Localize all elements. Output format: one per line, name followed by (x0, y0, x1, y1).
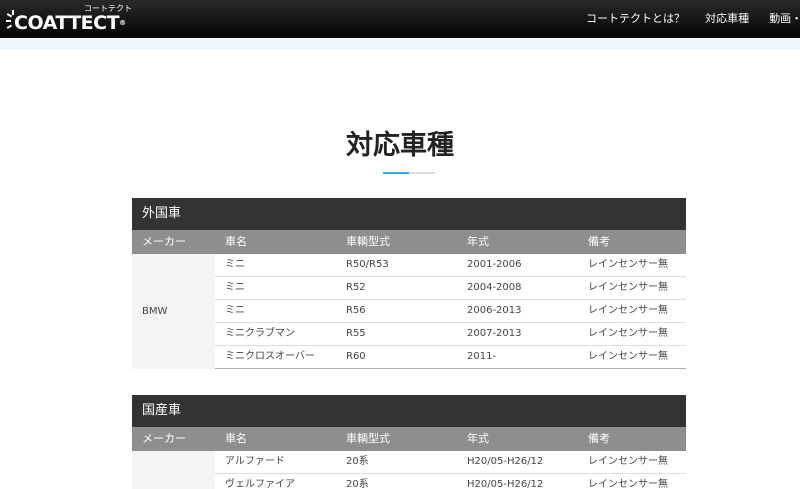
cell-year: H20/05-H26/12 (467, 456, 544, 467)
table-row: ヴェルファイア 20系 H20/05-H26/12 レインセンサー無 (215, 474, 686, 489)
nav-about[interactable]: コートテクトとは？ (586, 0, 685, 38)
column-model-code: 車輌型式 (346, 432, 390, 445)
cell-notes: レインセンサー無 (588, 456, 668, 467)
cell-car-name: ミニ (225, 282, 245, 293)
cell-car-name: ミニクロスオーバー (225, 351, 315, 362)
cell-car-name: ミニクラブマン (225, 328, 295, 339)
table-row: アルファード 20系 H20/05-H26/12 レインセンサー無 (215, 451, 686, 474)
nav-supported-models[interactable]: 対応車種 (705, 0, 749, 38)
cell-car-name: ミニ (225, 259, 245, 270)
logo-wordmark: COATTECT® (14, 12, 126, 34)
column-header-row: メーカー 車名 車輌型式 年式 備考 (132, 427, 686, 451)
cell-model-code: 20系 (346, 456, 369, 467)
column-model-code: 車輌型式 (346, 235, 390, 248)
cell-model-code: R56 (346, 305, 366, 316)
maker-cell (132, 451, 215, 489)
cell-model-code: R60 (346, 351, 366, 362)
cell-car-name: ミニ (225, 305, 245, 316)
cell-model-code: R55 (346, 328, 366, 339)
cell-notes: レインセンサー無 (588, 282, 668, 293)
cell-model-code: 20系 (346, 479, 369, 489)
table-body: BMW ミニ R50/R53 2001-2006 レインセンサー無 ミニ R52… (132, 254, 686, 369)
table-row: ミニ R52 2004-2008 レインセンサー無 (215, 277, 686, 300)
column-notes: 備考 (588, 235, 610, 248)
cell-model-code: R52 (346, 282, 366, 293)
cell-year: H20/05-H26/12 (467, 479, 544, 489)
cell-year: 2004-2008 (467, 282, 522, 293)
table-row: ミニクラブマン R55 2007-2013 レインセンサー無 (215, 323, 686, 346)
cell-car-name: ヴェルファイア (225, 479, 295, 489)
section-foreign-cars: 外国車 メーカー 車名 車輌型式 年式 備考 BMW ミニ R50/R53 20… (132, 198, 686, 369)
column-maker: メーカー (142, 235, 186, 248)
top-navigation-bar: コートテクト COATTECT® コートテクトとは？ 対応車種 動画・リンク (0, 0, 800, 38)
nav-videos-links[interactable]: 動画・リンク (769, 0, 800, 38)
column-car-name: 車名 (225, 235, 247, 248)
cell-notes: レインセンサー無 (588, 351, 668, 362)
column-maker: メーカー (142, 432, 186, 445)
table-rows: アルファード 20系 H20/05-H26/12 レインセンサー無 ヴェルファイ… (215, 451, 686, 489)
header-strip (0, 39, 800, 50)
title-underline (383, 172, 435, 174)
main-nav: コートテクトとは？ 対応車種 動画・リンク (586, 0, 800, 38)
column-car-name: 車名 (225, 432, 247, 445)
cell-car-name: アルファード (225, 456, 285, 467)
cell-year: 2006-2013 (467, 305, 522, 316)
section-title: 外国車 (132, 198, 686, 230)
section-domestic-cars: 国産車 メーカー 車名 車輌型式 年式 備考 アルファード 20系 H20/05… (132, 395, 686, 489)
column-year: 年式 (467, 432, 489, 445)
cell-notes: レインセンサー無 (588, 328, 668, 339)
logo-registered-mark: ® (119, 19, 126, 27)
cell-notes: レインセンサー無 (588, 479, 668, 489)
table-row: ミニクロスオーバー R60 2011- レインセンサー無 (215, 346, 686, 369)
column-year: 年式 (467, 235, 489, 248)
cell-year: 2001-2006 (467, 259, 522, 270)
title-underline-accent (383, 172, 409, 174)
cell-model-code: R50/R53 (346, 259, 389, 270)
section-title: 国産車 (132, 395, 686, 427)
maker-cell: BMW (132, 254, 215, 369)
table-rows: ミニ R50/R53 2001-2006 レインセンサー無 ミニ R52 200… (215, 254, 686, 369)
column-header-row: メーカー 車名 車輌型式 年式 備考 (132, 230, 686, 254)
table-body: アルファード 20系 H20/05-H26/12 レインセンサー無 ヴェルファイ… (132, 451, 686, 489)
page-title: 対応車種 (346, 130, 454, 161)
cell-notes: レインセンサー無 (588, 305, 668, 316)
coattect-logo[interactable]: コートテクト COATTECT® (6, 3, 136, 35)
cell-year: 2007-2013 (467, 328, 522, 339)
table-row: ミニ R56 2006-2013 レインセンサー無 (215, 300, 686, 323)
column-notes: 備考 (588, 432, 610, 445)
logo-text: COATTECT (14, 12, 120, 34)
cell-notes: レインセンサー無 (588, 259, 668, 270)
cell-year: 2011- (467, 351, 497, 362)
table-row: ミニ R50/R53 2001-2006 レインセンサー無 (215, 254, 686, 277)
